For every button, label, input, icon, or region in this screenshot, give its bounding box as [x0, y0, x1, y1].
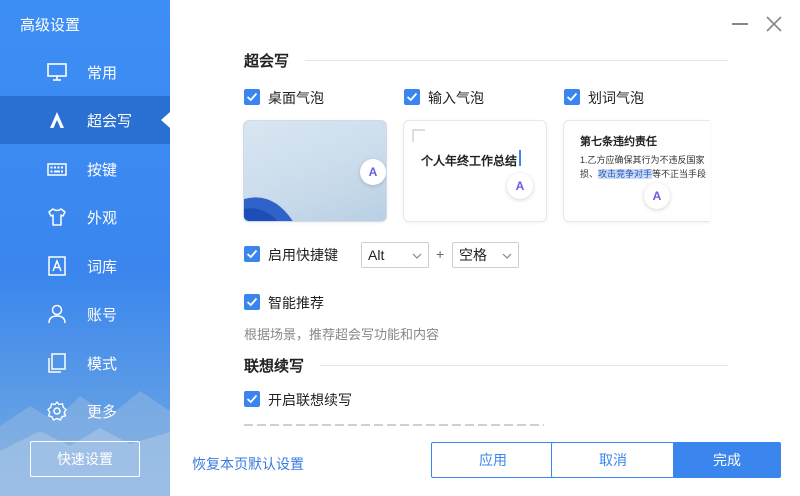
sidebar-item-account[interactable]: 账号 [0, 290, 170, 338]
desktop-bubble-label: 桌面气泡 [268, 90, 324, 106]
sidebar-item-mode[interactable]: 模式 [0, 339, 170, 387]
enable-hotkey-label: 启用快捷键 [268, 247, 338, 263]
keyboard-icon [47, 163, 67, 176]
gear-icon [47, 401, 67, 421]
apply-button[interactable]: 应用 [431, 442, 555, 478]
preview-contract-line2: 损、攻击竞争对手等不正当手段 [580, 167, 706, 180]
line2-suffix: 等不正当手段 [652, 169, 707, 179]
lexicon-icon [48, 256, 66, 276]
section-divider [320, 365, 728, 366]
section-title-chaohuixie: 超会写 [244, 53, 290, 70]
bubble-letter: A [652, 189, 662, 203]
sidebar-item-chaohuixie[interactable]: 超会写 [0, 96, 170, 144]
continue-writing-checkbox[interactable] [244, 391, 260, 407]
sidebar-item-label: 账号 [87, 307, 118, 324]
bubble-button: A [644, 183, 670, 209]
sidebar-item-more[interactable]: 更多 [0, 387, 170, 435]
check-icon [406, 92, 418, 102]
selected-text-highlight: 攻击竞争对手 [598, 169, 653, 179]
minimize-button[interactable] [732, 23, 748, 25]
check-icon [246, 92, 258, 102]
bubble-button: A [360, 159, 386, 185]
sidebar-item-label: 模式 [87, 356, 118, 373]
sidebar-item-label: 按键 [87, 162, 118, 179]
chevron-down-icon [412, 253, 422, 259]
enable-hotkey-checkbox[interactable] [244, 246, 260, 262]
hotkey-value: 空格 [459, 247, 487, 263]
bubble-button: A [507, 173, 533, 199]
ai-write-icon [50, 112, 64, 128]
sidebar: 高级设置 常用 超会写 按键 外观 词库 账号 模式 更多 快速设置 [0, 0, 170, 496]
input-bubble-label: 输入气泡 [428, 90, 484, 106]
smart-recommend-hint: 根据场景，推荐超会写功能和内容 [244, 327, 440, 342]
preview-doc-title: 个人年终工作总结 [421, 154, 518, 168]
restore-defaults-link[interactable]: 恢复本页默认设置 [192, 454, 304, 474]
monitor-icon [47, 63, 67, 81]
mode-icon [48, 353, 66, 373]
input-bubble-preview: 个人年终工作总结 A [403, 120, 547, 222]
selection-bubble-checkbox[interactable] [564, 89, 580, 105]
hotkey-select[interactable]: 空格 [452, 242, 519, 268]
quick-settings-button[interactable]: 快速设置 [30, 441, 140, 477]
sidebar-item-keys[interactable]: 按键 [0, 145, 170, 193]
check-icon [246, 394, 258, 404]
desktop-bubble-checkbox[interactable] [244, 89, 260, 105]
check-icon [566, 92, 578, 102]
preview-contract-title: 第七条违约责任 [580, 136, 657, 148]
tshirt-icon [48, 208, 66, 226]
sidebar-item-label: 外观 [87, 210, 118, 227]
sidebar-item-label: 更多 [87, 404, 118, 421]
bubble-letter: A [515, 179, 525, 193]
desktop-bubble-preview: A [243, 120, 387, 222]
user-icon [48, 304, 66, 324]
cancel-button[interactable]: 取消 [551, 442, 675, 478]
section-divider [305, 60, 728, 61]
sidebar-item-common[interactable]: 常用 [0, 48, 170, 96]
smart-recommend-label: 智能推荐 [268, 295, 324, 311]
bubble-letter: A [368, 165, 378, 179]
smart-recommend-checkbox[interactable] [244, 294, 260, 310]
section-title-continue-writing: 联想续写 [244, 358, 305, 375]
check-icon [246, 249, 258, 259]
close-icon[interactable] [764, 14, 784, 34]
continue-writing-label: 开启联想续写 [268, 392, 352, 408]
sidebar-item-label: 常用 [87, 65, 118, 82]
chevron-down-icon [502, 253, 512, 259]
sidebar-item-appearance[interactable]: 外观 [0, 193, 170, 241]
corner-mark-icon [412, 129, 425, 142]
sidebar-item-lexicon[interactable]: 词库 [0, 242, 170, 290]
modifier-key-select[interactable]: Alt [361, 242, 429, 268]
sidebar-item-label: 超会写 [87, 113, 133, 130]
plus-sign: + [436, 246, 445, 262]
selection-bubble-preview: 第七条违约责任 1.乙方应确保其行为不违反国家 损、攻击竞争对手等不正当手段 A [563, 120, 710, 222]
sidebar-item-label: 词库 [87, 259, 118, 276]
modifier-key-value: Alt [368, 247, 385, 263]
preview-contract-line1: 1.乙方应确保其行为不违反国家 [580, 155, 705, 165]
settings-title: 高级设置 [20, 17, 81, 34]
text-cursor [519, 150, 521, 166]
line2-prefix: 损、 [580, 169, 599, 179]
check-icon [246, 297, 258, 307]
clipped-hint-text [244, 421, 544, 427]
input-bubble-checkbox[interactable] [404, 89, 420, 105]
done-button[interactable]: 完成 [673, 442, 781, 478]
selection-bubble-label: 划词气泡 [588, 90, 644, 106]
